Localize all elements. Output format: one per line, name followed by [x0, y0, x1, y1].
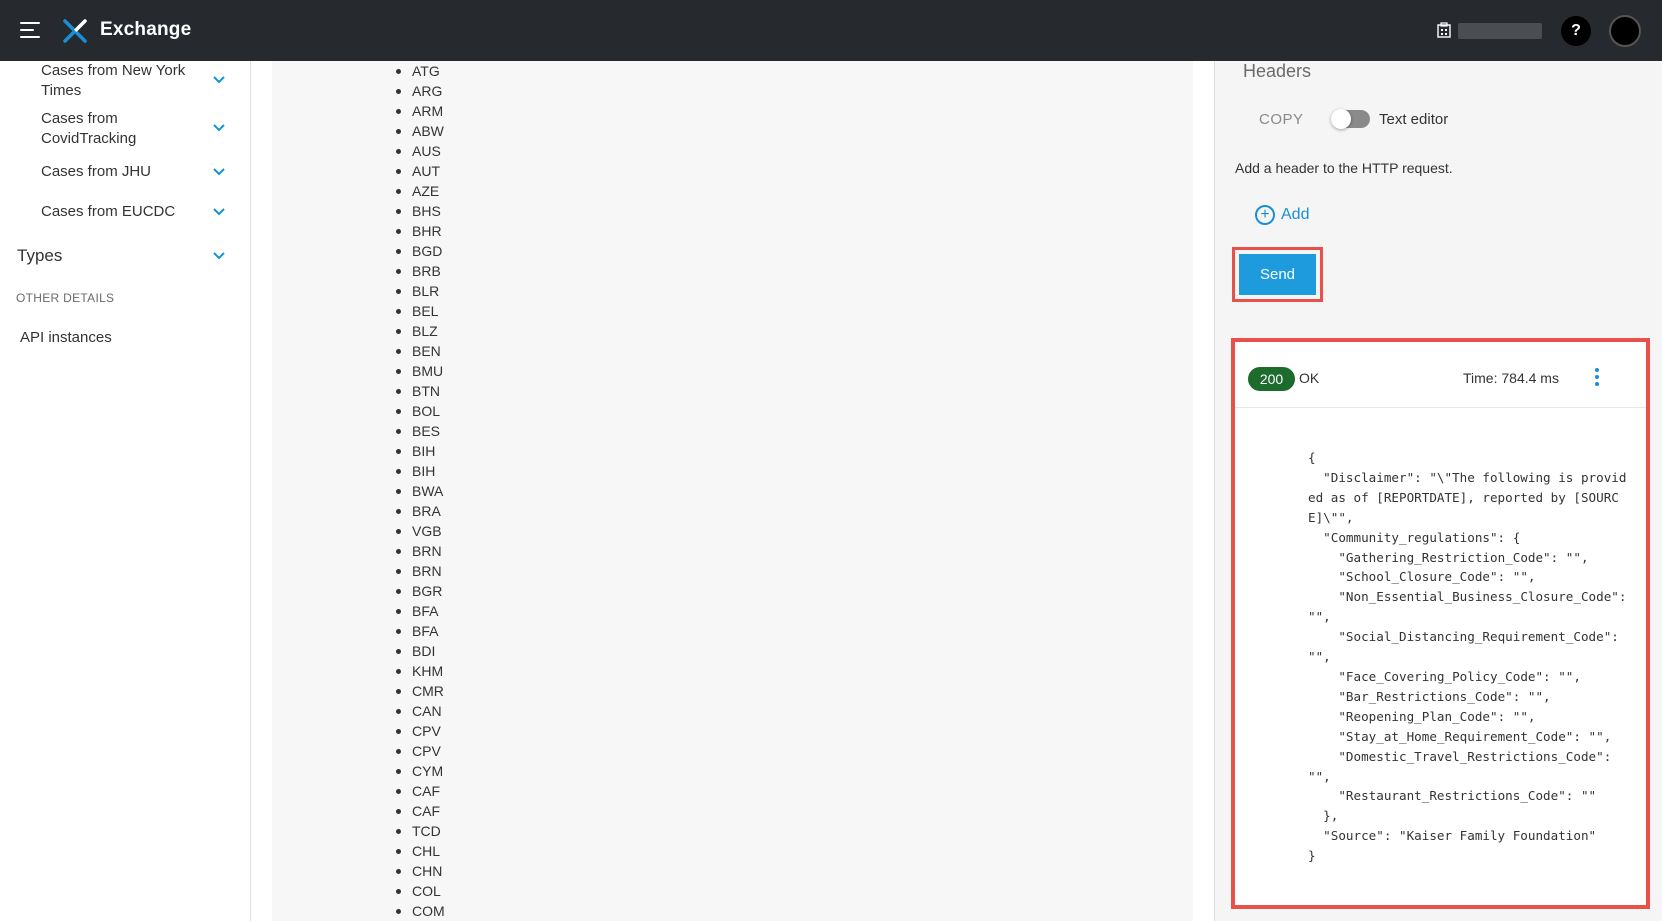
plus-circle-icon: + — [1255, 205, 1275, 225]
list-item: BRN — [392, 541, 445, 561]
building-icon[interactable] — [1437, 22, 1451, 38]
status-badge: 200 — [1248, 367, 1295, 391]
response-panel: 200 OK Time: 784.4 ms { "Disclaimer": "\… — [1231, 338, 1650, 909]
list-item: BGR — [392, 581, 445, 601]
list-item: ARG — [392, 81, 445, 101]
chevron-down-icon[interactable] — [212, 165, 226, 179]
list-item: CPV — [392, 721, 445, 741]
add-header-button[interactable]: + Add — [1255, 205, 1309, 225]
chevron-down-icon[interactable] — [212, 73, 226, 87]
list-item: BRA — [392, 501, 445, 521]
response-header: 200 OK Time: 784.4 ms — [1235, 342, 1646, 408]
list-item: VGB — [392, 521, 445, 541]
content-panel: ATG ARG ARM ABW AUS AUT AZE BHS BHR BGD BRB BLR BEL B… — [251, 61, 1214, 921]
headers-title: Headers — [1243, 61, 1312, 81]
list-item: BIH — [392, 441, 445, 461]
list-item: AZE — [392, 181, 445, 201]
chevron-down-icon[interactable] — [212, 249, 226, 263]
hamburger-menu-icon[interactable] — [20, 22, 42, 40]
list-item: KHM — [392, 661, 445, 681]
chevron-down-icon[interactable] — [212, 121, 226, 135]
list-item: BFA — [392, 601, 445, 621]
list-item: BGD — [392, 241, 445, 261]
request-panel: Headers COPY Text editor Add a header to… — [1214, 61, 1662, 921]
list-item: BLR — [392, 281, 445, 301]
org-name-redacted[interactable] — [1458, 23, 1542, 39]
list-item: BHR — [392, 221, 445, 241]
list-item: CPV — [392, 741, 445, 761]
send-button-highlight: Send — [1232, 247, 1323, 302]
add-header-label: Add — [1281, 206, 1310, 223]
list-item: BOL — [392, 401, 445, 421]
list-item: BES — [392, 421, 445, 441]
list-item: CAN — [392, 701, 445, 721]
response-body: { "Disclaimer": "\"The following is prov… — [1308, 450, 1627, 864]
list-item: CHL — [392, 841, 445, 861]
list-item: ABW — [392, 121, 445, 141]
sidebar: Cases from New York Times Cases from Cov… — [0, 61, 251, 921]
section-heading-other-details: OTHER DETAILS — [16, 291, 115, 305]
app-title: Exchange — [100, 19, 192, 40]
response-time: Time: 784.4 ms — [1463, 370, 1559, 386]
list-item: AUT — [392, 161, 445, 181]
exchange-logo-icon — [63, 19, 87, 43]
list-item: ARM — [392, 101, 445, 121]
top-bar: Exchange ? — [0, 0, 1662, 61]
list-item: BIH — [392, 461, 445, 481]
list-item: CHN — [392, 861, 445, 881]
sidebar-item-covidtracking[interactable]: Cases from CovidTracking — [41, 109, 201, 149]
list-item: TCD — [392, 821, 445, 841]
list-item: BRN — [392, 561, 445, 581]
country-list-panel: ATG ARG ARM ABW AUS AUT AZE BHS BHR BGD BRB BLR BEL B… — [272, 61, 1193, 921]
help-icon[interactable]: ? — [1561, 16, 1591, 46]
list-item: COM — [392, 901, 445, 921]
list-item: ATG — [392, 61, 445, 81]
list-item: BTN — [392, 381, 445, 401]
list-item: CAF — [392, 781, 445, 801]
list-item: BMU — [392, 361, 445, 381]
sidebar-item-jhu[interactable]: Cases from JHU — [41, 162, 241, 182]
send-button[interactable]: Send — [1239, 254, 1316, 295]
chevron-down-icon[interactable] — [212, 205, 226, 219]
text-editor-label: Text editor — [1379, 111, 1449, 128]
sidebar-item-eucdc[interactable]: Cases from EUCDC — [41, 202, 241, 222]
sidebar-item-new-york-times[interactable]: Cases from New York Times — [41, 61, 201, 101]
list-item: BEL — [392, 301, 445, 321]
list-item: AUS — [392, 141, 445, 161]
user-avatar-icon[interactable] — [1609, 15, 1641, 47]
status-text: OK — [1299, 370, 1320, 386]
list-item: BFA — [392, 621, 445, 641]
sidebar-item-types[interactable]: Types — [17, 246, 62, 266]
list-item: BWA — [392, 481, 445, 501]
list-item: BDI — [392, 641, 445, 661]
list-item: CAF — [392, 801, 445, 821]
country-code-list: ATG ARG ARM ABW AUS AUT AZE BHS BHR BGD BRB BLR BEL B… — [392, 61, 445, 921]
kebab-menu-icon[interactable] — [1595, 368, 1601, 390]
list-item: COL — [392, 881, 445, 901]
text-editor-toggle[interactable] — [1331, 109, 1370, 129]
copy-button[interactable]: COPY — [1259, 111, 1304, 128]
list-item: BRB — [392, 261, 445, 281]
list-item: BLZ — [392, 321, 445, 341]
headers-hint: Add a header to the HTTP request. — [1235, 160, 1453, 176]
list-item: CMR — [392, 681, 445, 701]
list-item: BEN — [392, 341, 445, 361]
list-item: BHS — [392, 201, 445, 221]
list-item: CYM — [392, 761, 445, 781]
sidebar-item-api-instances[interactable]: API instances — [20, 329, 112, 346]
